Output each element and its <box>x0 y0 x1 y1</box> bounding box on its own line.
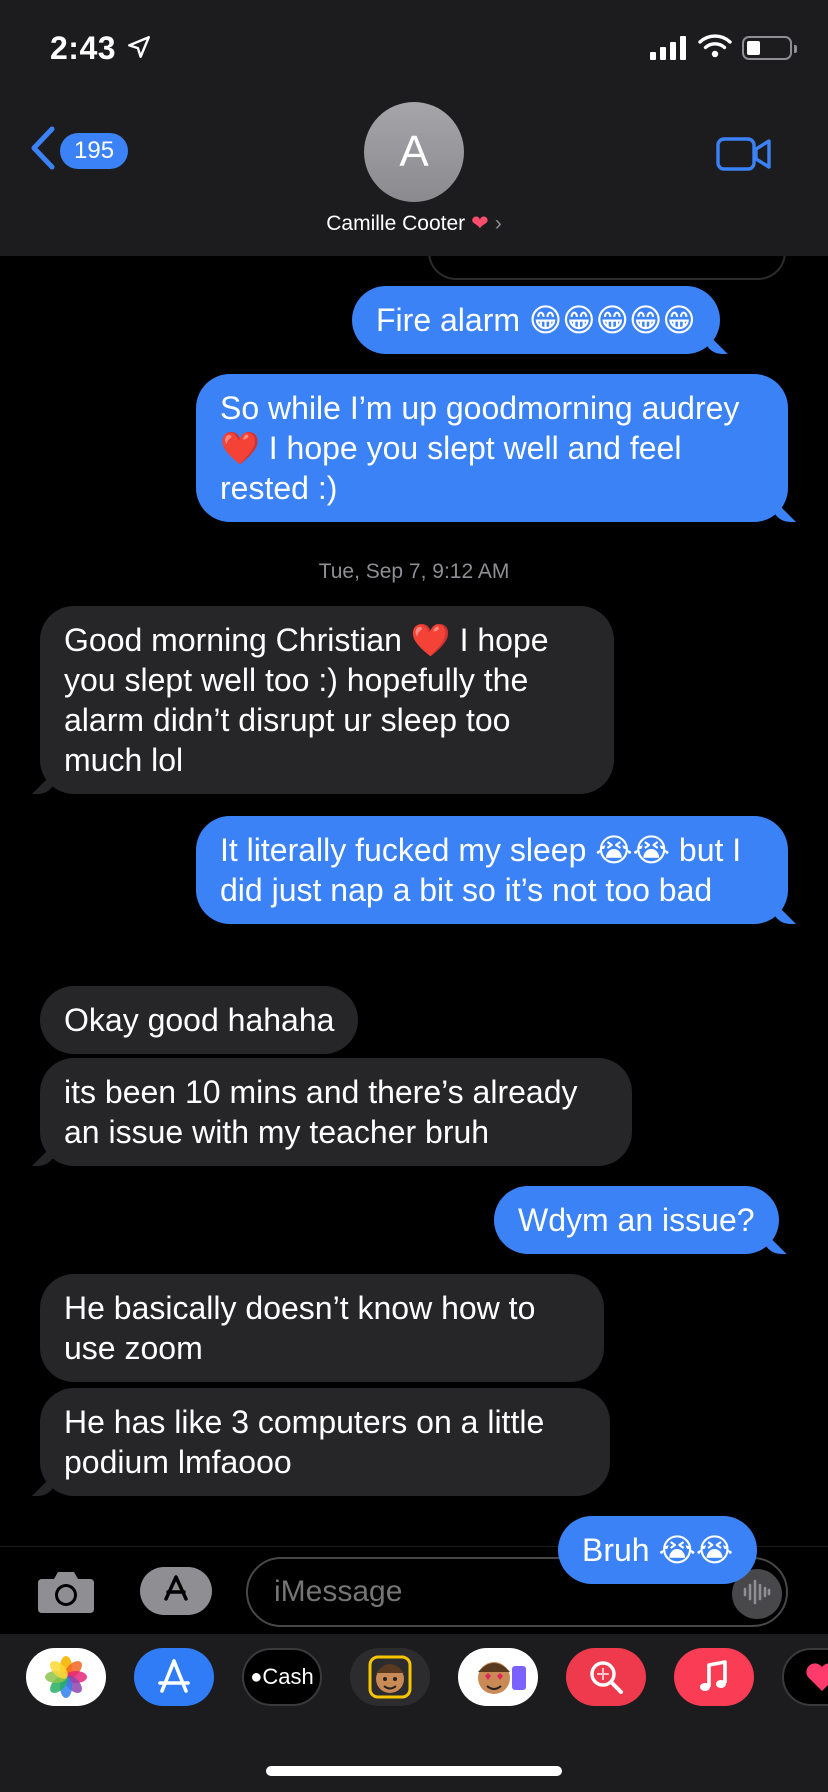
message-received[interactable]: Okay good hahaha <box>40 986 359 1054</box>
message-received[interactable]: He basically doesn’t know how to use zoo… <box>40 1274 604 1382</box>
cash-label: Cash <box>262 1664 314 1689</box>
facetime-video-icon[interactable] <box>716 134 772 179</box>
message-sent[interactable]: It literally fucked my sleep 😭😭 but I di… <box>196 816 788 924</box>
contact-name-row[interactable]: Camille Cooter ❤ › <box>0 211 828 236</box>
apple-logo-icon: ● <box>250 1665 263 1688</box>
photos-app-icon[interactable] <box>26 1648 106 1706</box>
messages-app: Fire alarm 😁😁😁😁😁 So while I’m up goodmor… <box>0 0 828 1792</box>
waveform-icon <box>742 1579 772 1610</box>
images-search-icon[interactable] <box>566 1648 646 1706</box>
camera-icon[interactable] <box>36 1567 96 1620</box>
chevron-right-icon: › <box>494 212 502 235</box>
message-received[interactable]: Good morning Christian ❤️ I hope you sle… <box>40 606 614 794</box>
back-button[interactable]: 195 <box>30 126 129 175</box>
app-drawer: ● Cash <box>0 1634 828 1792</box>
contact-avatar[interactable]: A <box>364 102 464 202</box>
message-sent[interactable]: So while I’m up goodmorning audrey ❤️ I … <box>196 374 788 522</box>
app-store-drawer-button[interactable] <box>140 1567 212 1615</box>
app-store-icon[interactable] <box>134 1648 214 1706</box>
heart-icon: ❤ <box>471 212 489 235</box>
unread-count-badge: 195 <box>60 132 129 169</box>
memoji-icon[interactable] <box>350 1648 430 1706</box>
cellular-signal-icon <box>650 36 686 60</box>
message-sent[interactable]: Fire alarm 😁😁😁😁😁 <box>352 286 720 354</box>
home-indicator[interactable] <box>266 1766 562 1776</box>
message-sent[interactable]: Bruh 😭😭 <box>558 1516 758 1584</box>
battery-icon <box>742 36 797 60</box>
message-sent[interactable]: Wdym an issue? <box>494 1186 779 1254</box>
conversation-header: 2:43 195 A Camille Cooter ❤ › <box>0 0 828 256</box>
app-store-a-icon <box>159 1572 193 1611</box>
status-time: 2:43 <box>50 30 117 66</box>
memoji-stickers-icon[interactable] <box>458 1648 538 1706</box>
location-arrow-icon <box>126 34 152 65</box>
message-timestamp: Tue, Sep 7, 9:12 AM <box>318 560 510 583</box>
contact-name: Camille Cooter <box>326 212 466 235</box>
music-icon[interactable] <box>674 1648 754 1706</box>
digital-touch-icon[interactable] <box>782 1648 828 1706</box>
chevron-left-icon <box>30 126 56 175</box>
wifi-icon <box>698 33 732 64</box>
message-received[interactable]: He has like 3 computers on a little podi… <box>40 1388 610 1496</box>
message-received[interactable]: its been 10 mins and there’s already an … <box>40 1058 632 1166</box>
apple-cash-icon[interactable]: ● Cash <box>242 1648 322 1706</box>
